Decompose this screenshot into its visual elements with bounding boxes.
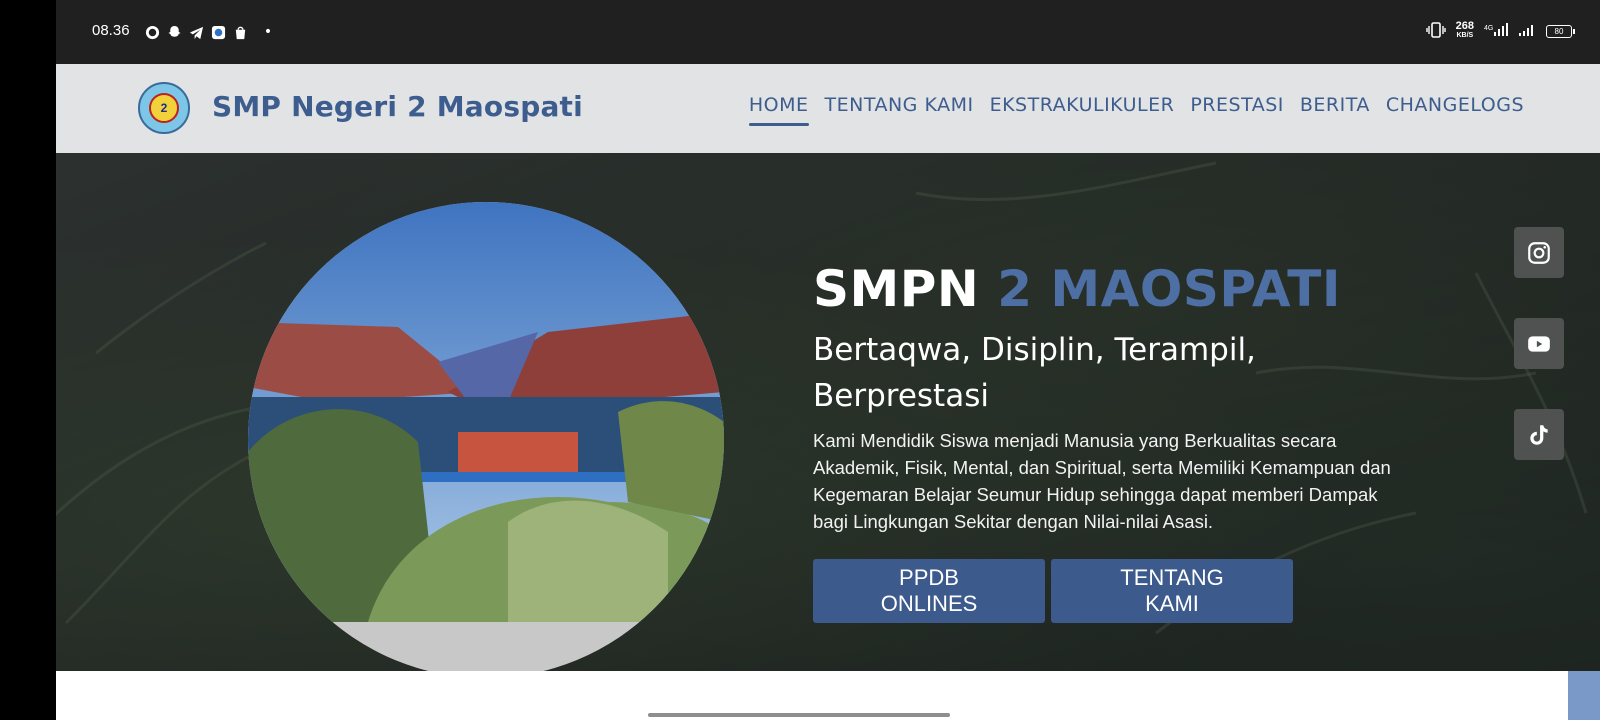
school-building-illustration [248, 202, 724, 671]
net-speed-value: 268 [1455, 20, 1474, 32]
status-bar: 08.36 • 268 KB/S 4G 80 [56, 0, 1600, 64]
vibrate-icon [1425, 22, 1446, 40]
status-indicators: 268 KB/S 4G 80 [1425, 20, 1575, 40]
youtube-link[interactable] [1514, 318, 1564, 369]
logo-emblem: 2 [149, 93, 179, 123]
app-icon [210, 24, 226, 40]
hero-buttons: PPDB ONLINES TENTANG KAMI [813, 559, 1293, 623]
tentang-kami-button[interactable]: TENTANG KAMI [1051, 559, 1293, 623]
school-building-photo [248, 202, 724, 671]
home-indicator[interactable] [648, 713, 950, 717]
hero-section: SMPN 2 MAOSPATI Bertaqwa, Disiplin, Tera… [56, 153, 1600, 671]
net-speed: 268 KB/S [1455, 20, 1474, 40]
shopee-icon [232, 24, 248, 40]
hero-heading: SMPN 2 MAOSPATI [813, 259, 1433, 319]
nav-ekstrakulikuler[interactable]: EKSTRAKULIKULER [990, 94, 1175, 124]
telegram-icon [188, 24, 204, 40]
hero-heading-main: SMPN [813, 260, 980, 318]
nav-changelogs[interactable]: CHANGELOGS [1386, 94, 1524, 124]
tiktok-link[interactable] [1514, 409, 1564, 460]
hero-description: Kami Mendidik Siswa menjadi Manusia yang… [813, 430, 1391, 532]
battery-indicator: 80 [1546, 24, 1575, 38]
net-speed-unit: KB/S [1456, 32, 1474, 39]
hero-tagline: Bertaqwa, Disiplin, Terampil, Berprestas… [813, 332, 1256, 414]
notification-dot: • [263, 24, 273, 40]
svg-text:4G: 4G [1484, 25, 1493, 32]
nav-berita[interactable]: BERITA [1300, 94, 1370, 124]
scroll-top-tab[interactable] [1568, 671, 1600, 720]
site-title[interactable]: SMP Negeri 2 Maospati [212, 90, 583, 123]
site-header: 2 SMP Negeri 2 Maospati HOME TENTANG KAM… [56, 64, 1600, 153]
hero-heading-accent: 2 MAOSPATI [997, 260, 1341, 318]
nav-tentang-kami[interactable]: TENTANG KAMI [825, 94, 974, 124]
ppdb-online-button[interactable]: PPDB ONLINES [813, 559, 1045, 623]
instagram-link[interactable] [1514, 227, 1564, 278]
whatsapp-icon [144, 24, 160, 40]
youtube-icon [1528, 335, 1550, 352]
nav-prestasi[interactable]: PRESTASI [1190, 94, 1284, 124]
instagram-icon [1528, 241, 1550, 264]
status-time: 08.36 [92, 22, 130, 39]
hero-text: SMPN 2 MAOSPATI Bertaqwa, Disiplin, Tera… [813, 259, 1433, 535]
social-links [1514, 227, 1564, 460]
signal-icon [1518, 22, 1536, 40]
status-app-icons: • [144, 24, 276, 40]
nav-home[interactable]: HOME [748, 94, 809, 126]
tiktok-icon [1530, 424, 1548, 445]
snapchat-icon [166, 24, 182, 40]
signal-4g-icon: 4G [1484, 22, 1508, 40]
school-logo[interactable]: 2 [138, 82, 190, 134]
main-nav: HOME TENTANG KAMI EKSTRAKULIKULER PRESTA… [748, 94, 1524, 126]
